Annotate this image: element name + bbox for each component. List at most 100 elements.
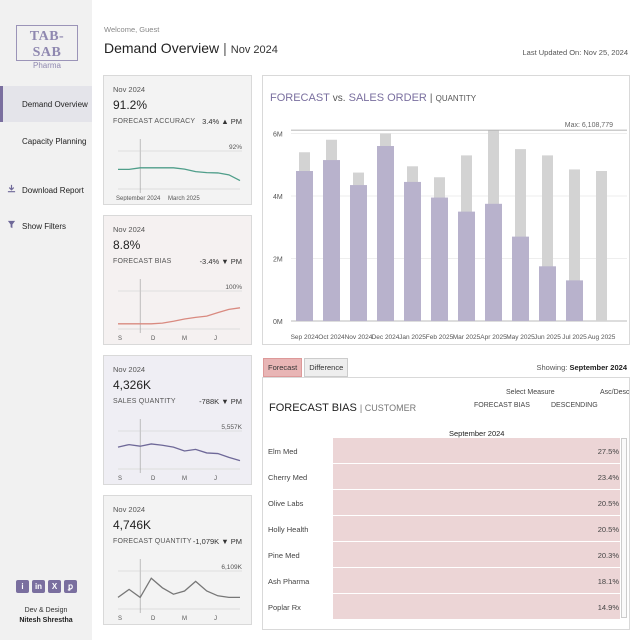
sales-bar[interactable]: [323, 160, 340, 321]
x-tick-label: Dec 2024: [372, 334, 400, 341]
sort-dropdown[interactable]: DESCENDING: [551, 402, 598, 409]
bias-value: 20.5%: [597, 499, 619, 508]
table-row[interactable]: Ash Pharma 18.1%: [263, 568, 629, 594]
kpi-period: Nov 2024: [113, 365, 146, 374]
table-row[interactable]: Poplar Rx 14.9%: [263, 594, 629, 620]
kpi-period: Nov 2024: [113, 225, 146, 234]
sparkline-x-label: M: [182, 476, 187, 481]
kpi-sparkline: 6,109K S D M J: [117, 559, 243, 621]
showing-value: September 2024: [569, 363, 627, 372]
bias-bar: [333, 516, 620, 541]
sales-bar[interactable]: [539, 266, 556, 321]
sparkline-x-label: S: [118, 616, 122, 621]
table-row[interactable]: Cherry Med 23.4%: [263, 464, 629, 490]
sales-bar[interactable]: [566, 280, 583, 321]
x-tick-label: Jun 2025: [534, 334, 561, 341]
bias-bar: [333, 438, 620, 463]
sparkline-x-label: S: [118, 336, 122, 341]
sparkline-x-label: D: [151, 616, 156, 621]
bias-title-text: FORECAST BIAS: [269, 402, 357, 414]
forecast-bar-chart: 0M 2M 4M 6M Max: 6,108,779 Sep 2024 Oct 2024 No…: [273, 122, 627, 341]
customer-name: Cherry Med: [268, 473, 308, 482]
kpi-label: FORECAST QUANTITY: [113, 538, 192, 545]
y-tick-label: 0M: [273, 319, 283, 326]
x-tick-label: Feb 2025: [426, 334, 454, 341]
kpi-label: FORECAST ACCURACY: [113, 118, 196, 125]
sales-bar[interactable]: [458, 211, 475, 321]
kpi-card-forecast-quantity[interactable]: Nov 2024 4,746K FORECAST QUANTITY -1,079…: [103, 495, 252, 625]
sparkline-x-label: M: [182, 616, 187, 621]
sparkline-x-label: March 2025: [168, 196, 200, 201]
table-row[interactable]: Pine Med 20.3%: [263, 542, 629, 568]
linkedin-icon[interactable]: in: [32, 580, 45, 593]
table-row[interactable]: Olive Labs 20.5%: [263, 490, 629, 516]
x-tick-label: Nov 2024: [345, 334, 373, 341]
page-title: Demand Overview | Nov 2024: [104, 40, 278, 56]
filter-icon: [7, 220, 16, 231]
sales-bar[interactable]: [350, 185, 367, 321]
y-tick-label: 6M: [273, 132, 283, 139]
bias-value: 14.9%: [597, 603, 619, 612]
show-filters-button[interactable]: Show Filters: [0, 216, 92, 236]
kpi-value: 4,746K: [113, 518, 152, 532]
forecast-vs-sales-panel: FORECAST vs. SALES ORDER | QUANTITY 0M 2M…: [262, 75, 630, 345]
sales-bar[interactable]: [512, 236, 529, 321]
max-note: Max: 6,108,779: [565, 122, 613, 129]
showing-indicator: Showing: September 2024: [537, 363, 628, 372]
nav-demand-overview[interactable]: Demand Overview: [0, 86, 92, 122]
sparkline: [118, 307, 241, 325]
y-tick-label: 2M: [273, 257, 283, 264]
tab-forecast[interactable]: Forecast: [263, 358, 303, 377]
sparkline-max-label: 5,557K: [221, 424, 242, 431]
table-row[interactable]: Elm Med 27.5%: [263, 438, 629, 464]
sales-bar[interactable]: [485, 203, 502, 321]
showing-label: Showing:: [536, 363, 568, 372]
kpi-sparkline: 100% S D M J: [118, 279, 242, 341]
info-icon[interactable]: i: [16, 580, 29, 593]
kpi-delta: -3.4% ▼ PM: [199, 257, 242, 266]
sales-bar[interactable]: [296, 171, 313, 321]
sales-bar[interactable]: [377, 146, 394, 321]
title-period: Nov 2024: [230, 44, 278, 56]
bias-value: 18.1%: [597, 577, 619, 586]
sparkline: [117, 443, 241, 462]
x-tick-label: May 2025: [506, 334, 535, 341]
kpi-value: 8.8%: [113, 238, 141, 252]
kpi-label: SALES QUANTITY: [113, 398, 176, 405]
sparkline-x-label: S: [118, 476, 122, 481]
nav-capacity-planning[interactable]: Capacity Planning: [0, 124, 92, 160]
x-tick-label: Mar 2025: [453, 334, 481, 341]
forecast-bar[interactable]: [596, 171, 607, 321]
sparkline-x-label: M: [182, 336, 187, 341]
kpi-card-forecast-bias[interactable]: Nov 2024 8.8% FORECAST BIAS -3.4% ▼ PM 1…: [103, 215, 252, 345]
x-tick-label: Oct 2024: [318, 334, 345, 341]
column-header: September 2024: [449, 429, 505, 438]
tab-difference[interactable]: Difference: [304, 358, 349, 377]
sparkline-x-label: J: [214, 336, 217, 341]
bias-bar: [333, 490, 620, 515]
kpi-card-forecast-accuracy[interactable]: Nov 2024 91.2% FORECAST ACCURACY 3.4% ▲ …: [103, 75, 252, 205]
x-icon[interactable]: X: [48, 580, 61, 593]
sales-bar[interactable]: [404, 181, 421, 321]
download-report-button[interactable]: Download Report: [0, 180, 92, 200]
sales-bar[interactable]: [431, 197, 448, 321]
scrollbar[interactable]: [621, 438, 627, 618]
bias-value: 23.4%: [597, 473, 619, 482]
table-row[interactable]: Holly Health 20.5%: [263, 516, 629, 542]
customer-name: Pine Med: [268, 551, 300, 560]
x-tick-label: Jul 2025: [562, 334, 587, 341]
welcome-text: Welcome, Guest: [104, 25, 160, 34]
last-updated: Last Updated On: Nov 25, 2024: [522, 48, 629, 57]
select-measure-dropdown[interactable]: FORECAST BIAS: [474, 402, 530, 409]
bias-value: 20.5%: [597, 525, 619, 534]
kpi-delta: -1,079K ▼ PM: [192, 537, 242, 546]
sparkline-x-label: D: [151, 476, 156, 481]
sparkline-x-label: D: [151, 336, 156, 341]
tableau-icon[interactable]: ꝑ: [64, 580, 77, 593]
bias-bar: [333, 542, 620, 567]
x-tick-label: Apr 2025: [480, 334, 507, 341]
sparkline-max-label: 100%: [225, 284, 242, 291]
filters-label: Show Filters: [22, 222, 67, 231]
kpi-sparkline: 5,557K S D M J: [117, 419, 243, 481]
kpi-card-sales-quantity[interactable]: Nov 2024 4,326K SALES QUANTITY -788K ▼ P…: [103, 355, 252, 485]
